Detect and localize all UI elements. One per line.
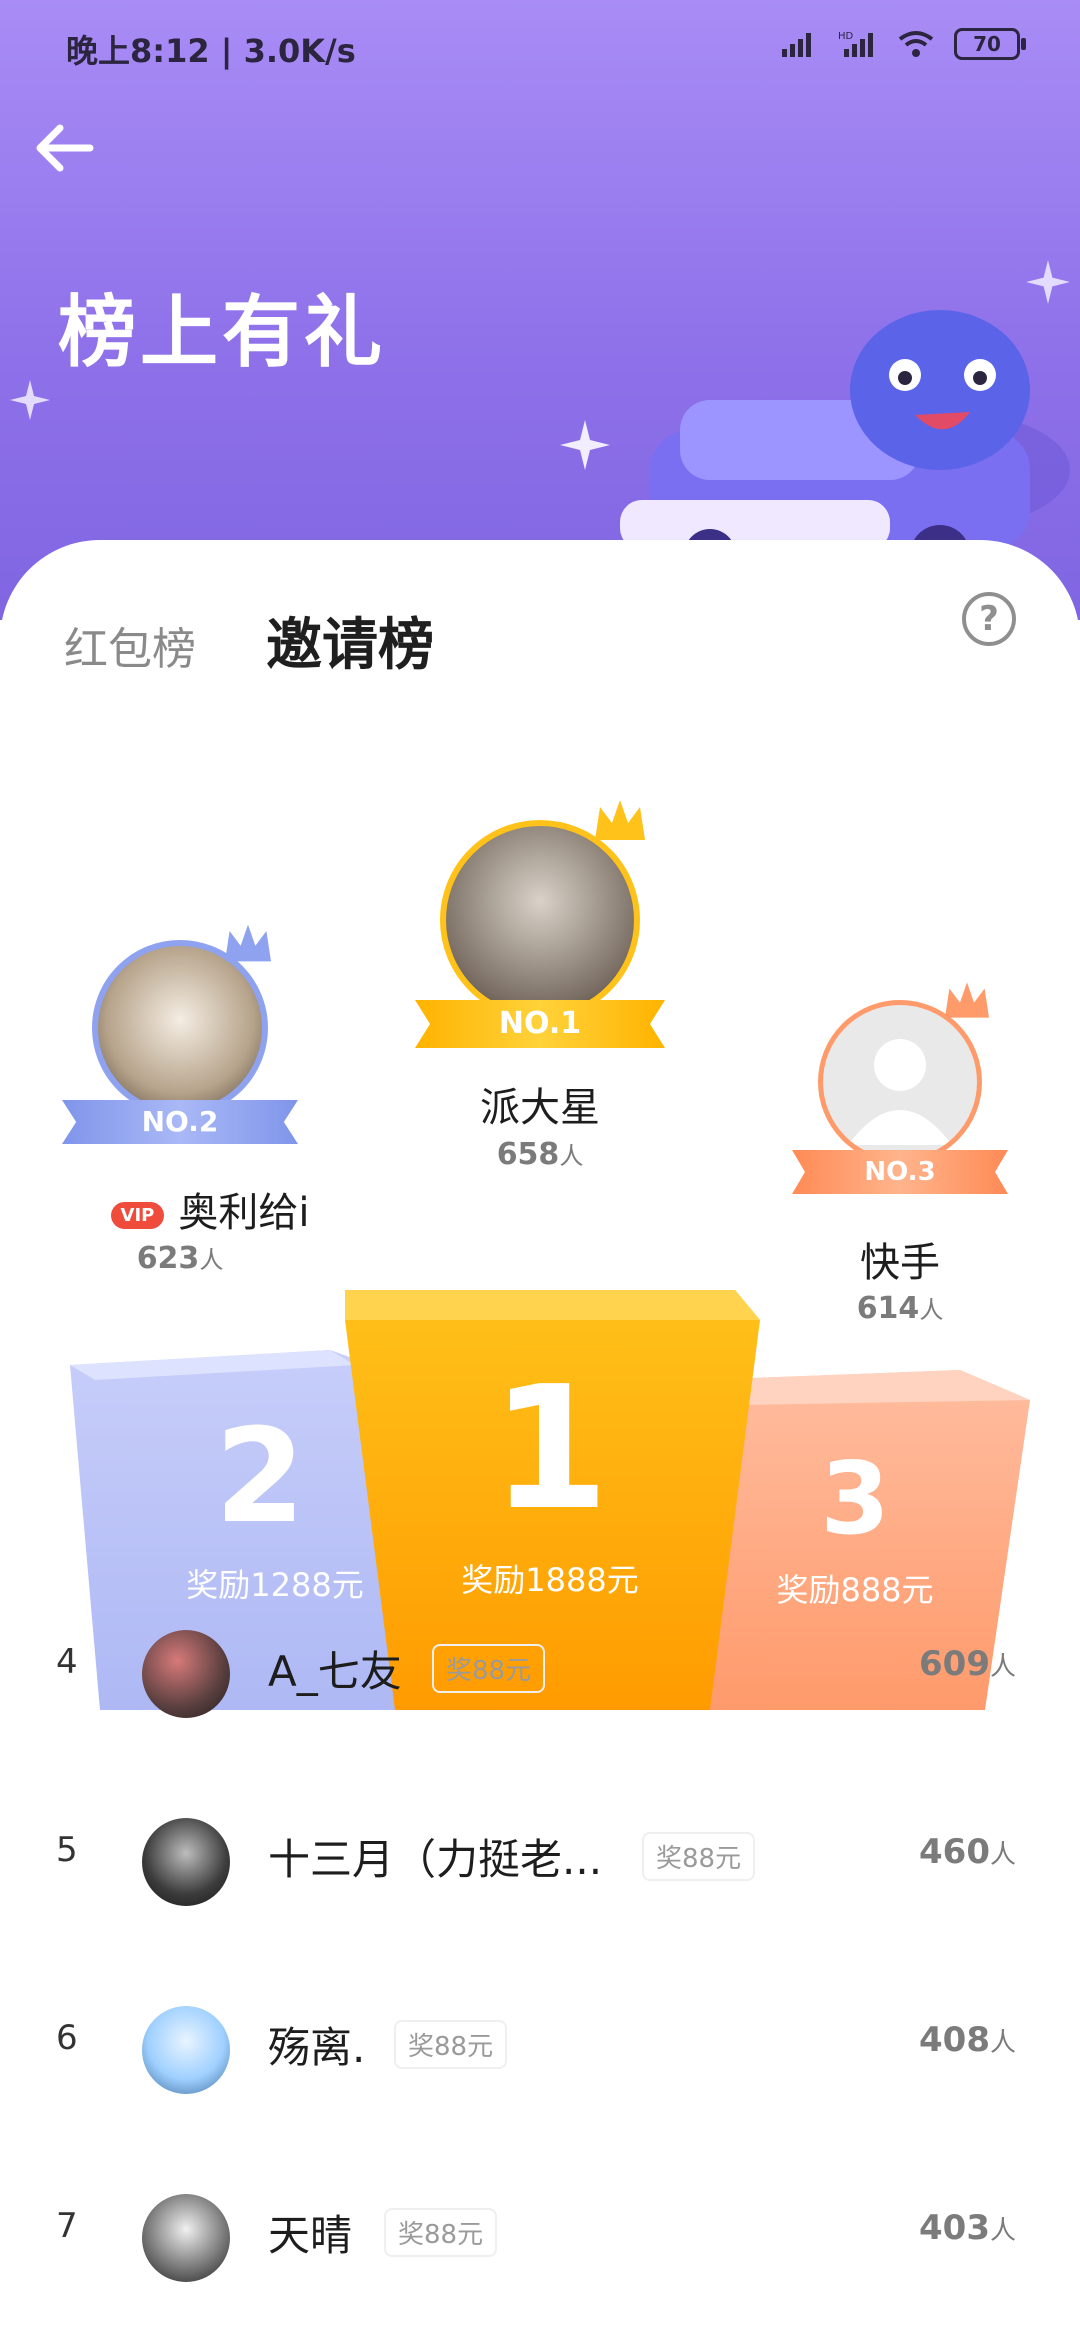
svg-text:HD: HD <box>838 31 854 42</box>
user-name: A_七友 <box>268 1647 402 1696</box>
reward-badge: 奖88元 <box>394 2020 508 2069</box>
podium-number-2: 2 <box>214 1400 306 1552</box>
avatar <box>142 2006 230 2094</box>
user-name: 殇离. <box>268 2023 366 2072</box>
rank-number: 5 <box>56 1830 78 1870</box>
rank-number: 6 <box>56 2018 78 2058</box>
avatar <box>142 1630 230 1718</box>
invite-count: 609人 <box>919 1644 1016 1684</box>
leaderboard-card: 红包榜 邀请榜 ? NO.1 派大星 658人 NO.2 VIP 奥利给i 62… <box>0 540 1080 2340</box>
wifi-icon <box>898 31 934 57</box>
rank-ribbon: NO.2 <box>62 1100 298 1144</box>
count-value: 460 <box>919 1832 990 1872</box>
list-item[interactable]: 5 十三月（力挺老... 奖88元 460人 <box>0 1768 1080 1956</box>
status-time: 晚上8:12 | 3.0K/s <box>66 32 356 70</box>
user-name: 十三月（力挺老... <box>268 1835 603 1884</box>
podium-first-name: 派大星 <box>480 1085 600 1131</box>
rank-ribbon: NO.3 <box>792 1150 1008 1194</box>
count-value: 658 <box>496 1137 560 1172</box>
podium-second-avatar[interactable]: NO.2 <box>62 924 298 1150</box>
count-value: 609 <box>919 1644 990 1684</box>
avatar <box>92 940 268 1116</box>
question-circle-icon[interactable]: ? <box>962 592 1016 646</box>
battery-icon: 70 <box>954 28 1026 60</box>
user-name: 奥利给i <box>178 1190 310 1236</box>
user-name: 天晴 <box>268 2211 353 2260</box>
status-icons: HD 70 <box>780 28 1026 60</box>
invite-count: 408人 <box>919 2020 1016 2060</box>
count-unit: 人 <box>989 2216 1016 2246</box>
podium-number-1: 1 <box>490 1350 610 1548</box>
crown-icon <box>225 924 271 962</box>
vip-badge: VIP <box>110 1201 165 1229</box>
crown-icon <box>945 982 989 1018</box>
avatar <box>818 1000 982 1164</box>
count-value: 403 <box>919 2208 990 2248</box>
avatar <box>142 2194 230 2282</box>
count-unit: 人 <box>989 2028 1016 2058</box>
avatar <box>142 1818 230 1906</box>
mascot-car-illustration <box>620 310 1070 580</box>
list-item[interactable]: 6 殇离. 奖88元 408人 <box>0 1956 1080 2144</box>
count-unit: 人 <box>989 1840 1016 1870</box>
invite-count: 403人 <box>919 2208 1016 2248</box>
rank-list: 4 A_七友 奖88元 609人 5 十三月（力挺老... 奖88元 460人 … <box>0 1580 1080 2332</box>
header: 晚上8:12 | 3.0K/s HD 70 榜上有礼 <box>0 0 1080 620</box>
rank-number: 4 <box>56 1642 78 1682</box>
list-item[interactable]: 7 天晴 奖88元 403人 <box>0 2144 1080 2332</box>
rank-number: 7 <box>56 2206 78 2246</box>
page-title: 榜上有礼 <box>58 288 387 378</box>
tab-red-packet[interactable]: 红包榜 <box>64 613 196 677</box>
reward-badge: 奖88元 <box>642 1832 756 1881</box>
invite-count: 460人 <box>919 1832 1016 1872</box>
signal-hd-icon: HD <box>838 31 873 57</box>
sparkle-icon <box>10 380 50 420</box>
count-value: 408 <box>919 2020 990 2060</box>
podium-first-count: 658人 <box>340 1136 740 1172</box>
count-unit: 人 <box>559 1142 584 1170</box>
avatar <box>440 820 640 1020</box>
tab-invite[interactable]: 邀请榜 <box>266 600 434 681</box>
arrow-left-icon[interactable] <box>30 118 100 178</box>
tab-bar: 红包榜 邀请榜 <box>64 600 434 681</box>
podium-third-avatar[interactable]: NO.3 <box>792 982 1008 1210</box>
crown-icon <box>595 800 645 840</box>
default-user-icon <box>848 1039 952 1145</box>
podium-first-avatar[interactable]: NO.1 <box>415 800 665 1050</box>
podium-number-3: 3 <box>820 1440 890 1557</box>
rank-ribbon: NO.1 <box>415 1000 665 1048</box>
signal-icon <box>782 33 811 57</box>
list-item[interactable]: 4 A_七友 奖88元 609人 <box>0 1580 1080 1768</box>
podium-second-name: VIP 奥利给i <box>40 1180 380 1238</box>
reward-badge: 奖88元 <box>384 2208 498 2257</box>
count-unit: 人 <box>989 1652 1016 1682</box>
reward-badge: 奖88元 <box>432 1644 546 1693</box>
